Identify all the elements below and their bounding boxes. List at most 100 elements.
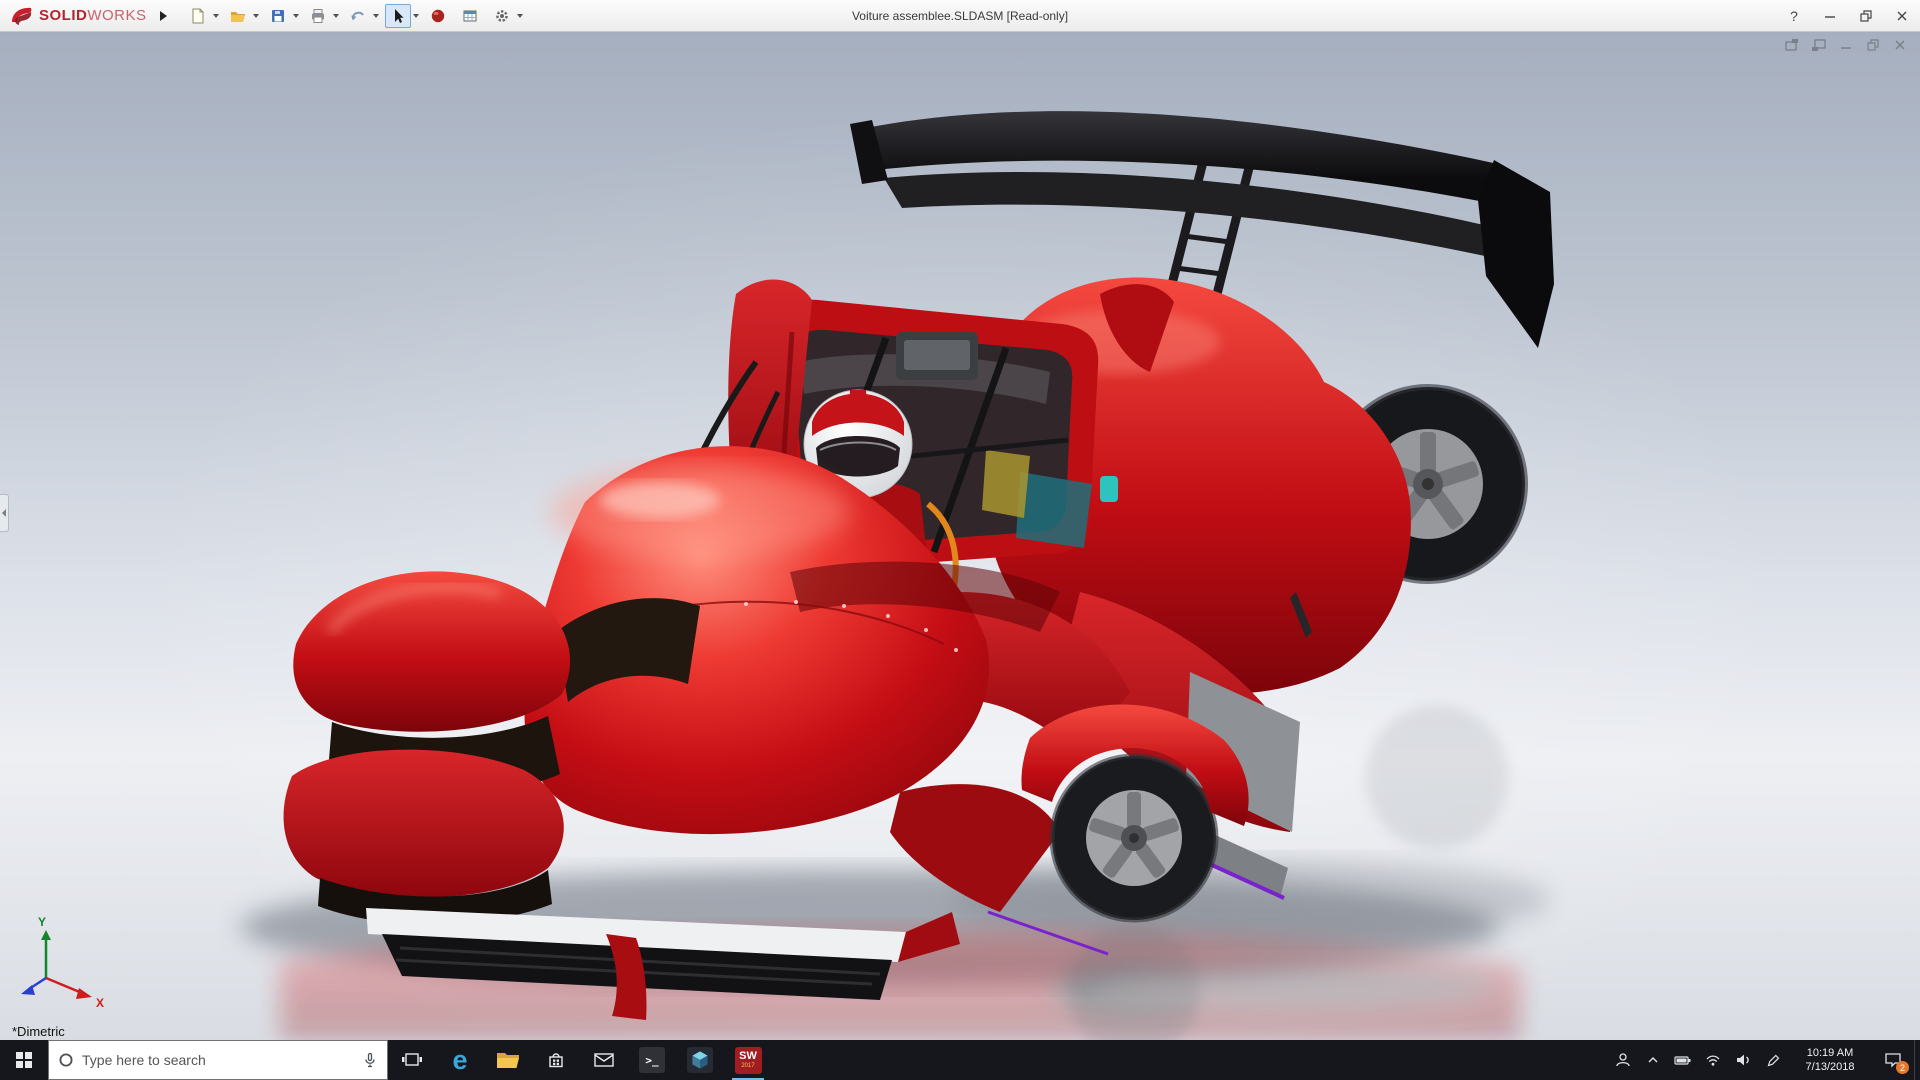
task-view-button[interactable]	[388, 1040, 436, 1080]
hidden-icons-button[interactable]	[1638, 1040, 1668, 1080]
open-folder-icon	[229, 7, 247, 25]
dropdown-caret[interactable]	[413, 14, 419, 18]
undo-button[interactable]	[345, 4, 379, 28]
taskbar-search[interactable]	[48, 1040, 388, 1080]
task-view-icon	[401, 1049, 423, 1071]
minimize-button[interactable]	[1812, 0, 1848, 31]
print-icon	[309, 7, 327, 25]
solidworks-app-icon: SW 2017	[735, 1047, 762, 1074]
search-input[interactable]	[82, 1052, 354, 1068]
undo-arrow-icon	[349, 7, 367, 25]
menu-flyout-button[interactable]	[155, 4, 173, 28]
cad-viewer-icon	[687, 1047, 713, 1073]
seat	[1016, 472, 1092, 548]
float-window-button[interactable]	[1782, 37, 1802, 53]
flyout-arrow-icon	[160, 11, 167, 21]
cortana-icon	[58, 1052, 74, 1068]
clock-time: 10:19 AM	[1790, 1046, 1870, 1060]
appearance-sphere-icon	[429, 7, 447, 25]
doc-close-button[interactable]	[1890, 37, 1910, 53]
show-desktop-button[interactable]	[1914, 1040, 1920, 1080]
start-button[interactable]	[0, 1040, 48, 1080]
file-explorer-button[interactable]	[484, 1040, 532, 1080]
document-title: Voiture assemblee.SLDASM [Read-only]	[852, 9, 1068, 23]
brand-works: WORKS	[87, 7, 146, 24]
app-titlebar: SOLIDWORKS	[0, 0, 1920, 32]
dropdown-caret[interactable]	[213, 14, 219, 18]
doc-restore-icon	[1866, 38, 1880, 52]
restore-button[interactable]	[1848, 0, 1884, 31]
options-button[interactable]	[489, 4, 523, 28]
battery-button[interactable]	[1668, 1040, 1698, 1080]
close-icon	[1895, 9, 1909, 23]
brand-solid: SOLID	[39, 7, 87, 24]
doc-minimize-icon	[1839, 38, 1853, 52]
windows-taskbar: e >_ SW 2017	[0, 1040, 1920, 1080]
restore-icon	[1859, 9, 1873, 23]
wifi-icon	[1705, 1053, 1721, 1067]
chevron-up-icon	[1646, 1053, 1660, 1067]
pen-icon	[1766, 1053, 1781, 1068]
dock-window-button[interactable]	[1809, 37, 1829, 53]
people-button[interactable]	[1608, 1040, 1638, 1080]
save-button[interactable]	[265, 4, 299, 28]
quick-access-toolbar	[183, 4, 525, 28]
mail-button[interactable]	[580, 1040, 628, 1080]
edit-appearance-button[interactable]	[425, 4, 451, 28]
graphics-viewport[interactable]: Y X	[0, 32, 1920, 1040]
front-right-wheel	[1052, 756, 1216, 920]
action-center-button[interactable]: 2	[1872, 1040, 1914, 1080]
people-icon	[1615, 1052, 1631, 1068]
model-scene: Y X	[0, 32, 1920, 1040]
edge-icon: e	[452, 1047, 467, 1074]
new-document-icon	[189, 7, 207, 25]
orientation-triad: Y X	[21, 915, 104, 1010]
battery-icon	[1674, 1053, 1692, 1067]
wheel-reflection	[1365, 705, 1509, 849]
left-fenders	[284, 571, 571, 924]
dropdown-caret[interactable]	[517, 14, 523, 18]
window-controls: ?	[1776, 0, 1920, 31]
windows-logo-icon	[16, 1052, 32, 1068]
close-button[interactable]	[1884, 0, 1920, 31]
edge-button[interactable]: e	[436, 1040, 484, 1080]
speaker-icon	[1735, 1053, 1751, 1067]
triad-y-label: Y	[38, 915, 46, 929]
command-prompt-icon: >_	[639, 1047, 665, 1073]
panel-collapse-tab[interactable]	[0, 494, 9, 532]
command-prompt-button[interactable]: >_	[628, 1040, 676, 1080]
select-cursor-icon	[389, 7, 407, 25]
solidworks-app-button[interactable]: SW 2017	[724, 1040, 772, 1080]
view-orientation-label: *Dimetric	[12, 1024, 65, 1039]
new-document-button[interactable]	[185, 4, 219, 28]
store-button[interactable]	[532, 1040, 580, 1080]
design-table-button[interactable]	[457, 4, 483, 28]
solidworks-logo: SOLIDWORKS	[0, 6, 155, 26]
print-button[interactable]	[305, 4, 339, 28]
taskbar-clock[interactable]: 10:19 AM 7/13/2018	[1790, 1046, 1870, 1074]
volume-button[interactable]	[1728, 1040, 1758, 1080]
network-button[interactable]	[1698, 1040, 1728, 1080]
open-button[interactable]	[225, 4, 259, 28]
microphone-icon[interactable]	[362, 1052, 378, 1068]
doc-minimize-button[interactable]	[1836, 37, 1856, 53]
save-floppy-icon	[269, 7, 287, 25]
pen-button[interactable]	[1758, 1040, 1788, 1080]
notification-badge: 2	[1896, 1061, 1909, 1074]
float-window-icon	[1784, 38, 1800, 52]
doc-close-icon	[1893, 38, 1907, 52]
file-explorer-icon	[496, 1050, 520, 1070]
dropdown-caret[interactable]	[333, 14, 339, 18]
select-button[interactable]	[385, 4, 419, 28]
help-button[interactable]: ?	[1776, 0, 1812, 31]
dropdown-caret[interactable]	[253, 14, 259, 18]
ds-logo-icon	[10, 6, 34, 26]
cad-viewer-button[interactable]	[676, 1040, 724, 1080]
doc-restore-button[interactable]	[1863, 37, 1883, 53]
dropdown-caret[interactable]	[373, 14, 379, 18]
race-car-model[interactable]: Y X	[21, 111, 1554, 1040]
mail-icon	[593, 1051, 615, 1069]
dropdown-caret[interactable]	[293, 14, 299, 18]
triad-x-label: X	[96, 996, 104, 1010]
document-window-controls	[1782, 37, 1910, 53]
